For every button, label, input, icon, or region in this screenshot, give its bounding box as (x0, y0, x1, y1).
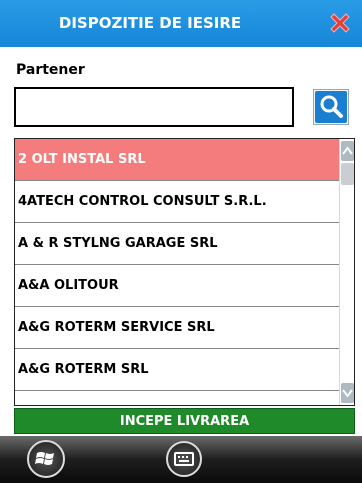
list-item[interactable]: A&G ROTERM SERVICE SRL (15, 307, 339, 349)
keyboard-button[interactable] (166, 441, 202, 477)
scroll-up-button[interactable] (341, 141, 354, 161)
chevron-up-icon (342, 146, 353, 155)
search-icon (315, 91, 347, 123)
scroll-down-button[interactable] (341, 383, 354, 403)
list-item-label: A&G ROTERM SRL (18, 362, 149, 377)
chevron-down-icon (342, 389, 353, 398)
list-item[interactable]: A&G ROTERM SRL (15, 349, 339, 391)
list-item-label: 2 OLT INSTAL SRL (18, 152, 146, 167)
list-item[interactable]: A&A OLITOUR (15, 265, 339, 307)
title-bar: DISPOZITIE DE IESIRE (0, 0, 362, 47)
windows-logo-icon (35, 452, 54, 465)
list-item[interactable]: A & R STYLNG GARAGE SRL (15, 223, 339, 265)
partner-list[interactable]: 2 OLT INSTAL SRL 4ATECH CONTROL CONSULT … (14, 138, 355, 406)
partner-label: Partener (16, 62, 85, 78)
list-item-label: A & R STYLNG GARAGE SRL (18, 236, 218, 251)
start-delivery-button[interactable]: INCEPE LIVRAREA (14, 408, 355, 434)
window-title: DISPOZITIE DE IESIRE (58, 14, 242, 32)
keyboard-icon (174, 452, 194, 466)
list-item-label: A&G ROTERM SERVICE SRL (18, 320, 215, 335)
list-scrollbar[interactable] (339, 139, 354, 405)
list-item-label: 4ATECH CONTROL CONSULT S.R.L. (18, 194, 267, 209)
search-button[interactable] (313, 89, 349, 125)
windows-start-button[interactable] (27, 440, 65, 478)
list-item-label: A&A OLITOUR (18, 278, 119, 293)
close-button[interactable] (326, 9, 354, 37)
list-item[interactable]: 4ATECH CONTROL CONSULT S.R.L. (15, 181, 339, 223)
partner-input[interactable] (14, 87, 294, 127)
close-icon (330, 13, 350, 33)
scroll-thumb[interactable] (341, 163, 354, 185)
list-item[interactable]: 2 OLT INSTAL SRL (15, 139, 339, 181)
